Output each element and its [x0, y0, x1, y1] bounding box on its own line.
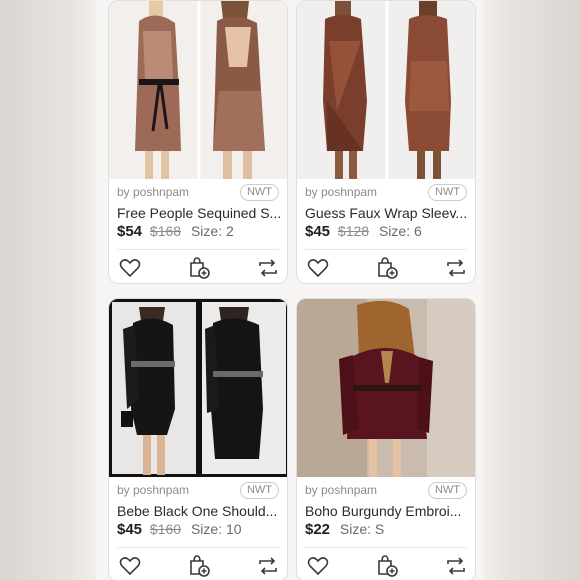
card-actions [109, 553, 287, 579]
listing-card[interactable]: by poshnpam NWT Boho Burgundy Embroi... … [296, 298, 476, 580]
seller-name[interactable]: by poshnpam [117, 185, 189, 199]
share-repost-icon[interactable] [443, 255, 469, 281]
card-actions [109, 255, 287, 281]
listing-size: Size: 6 [378, 223, 422, 239]
listing-photo[interactable] [109, 299, 287, 477]
listing-grid: by poshnpam NWT Free People Sequined S..… [96, 0, 484, 580]
listing-size: Size: 2 [190, 223, 234, 239]
seller-name[interactable]: by poshnpam [305, 185, 377, 199]
price-row: $45 $128 Size: 6 [305, 223, 422, 240]
share-repost-icon[interactable] [443, 553, 469, 579]
share-repost-icon[interactable] [255, 255, 281, 281]
listing-price: $22 [305, 521, 331, 538]
listing-size: Size: S [339, 521, 385, 537]
listing-photo[interactable] [297, 299, 475, 477]
listing-card[interactable]: by poshnpam NWT Free People Sequined S..… [108, 0, 288, 284]
price-row: $22 Size: S [305, 521, 384, 538]
original-price: $160 [149, 521, 182, 537]
listing-size: Size: 10 [190, 521, 242, 537]
listing-price: $45 [117, 521, 143, 538]
heart-icon[interactable] [117, 255, 143, 281]
original-price: $128 [337, 223, 370, 239]
nwt-badge: NWT [239, 184, 279, 201]
seller-name[interactable]: by poshnpam [117, 483, 189, 497]
listing-title[interactable]: Boho Burgundy Embroi... [305, 503, 471, 519]
heart-icon[interactable] [305, 255, 331, 281]
card-divider [117, 547, 279, 548]
shopping-bag-add-icon[interactable] [186, 255, 212, 281]
card-divider [305, 547, 467, 548]
heart-icon[interactable] [305, 553, 331, 579]
card-divider [117, 249, 279, 250]
listing-photo[interactable] [109, 1, 287, 179]
card-divider [305, 249, 467, 250]
shopping-bag-add-icon[interactable] [374, 255, 400, 281]
listing-price: $54 [117, 223, 143, 240]
listing-price: $45 [305, 223, 331, 240]
listing-title[interactable]: Guess Faux Wrap Sleev... [305, 205, 471, 221]
card-actions [297, 255, 475, 281]
seller-name[interactable]: by poshnpam [305, 483, 377, 497]
original-price: $168 [149, 223, 182, 239]
listing-card[interactable]: by poshnpam NWT Bebe Black One Should...… [108, 298, 288, 580]
listing-title[interactable]: Free People Sequined S... [117, 205, 283, 221]
card-actions [297, 553, 475, 579]
nwt-badge: NWT [427, 482, 467, 499]
nwt-badge: NWT [239, 482, 279, 499]
heart-icon[interactable] [117, 553, 143, 579]
listing-title[interactable]: Bebe Black One Should... [117, 503, 283, 519]
shopping-bag-add-icon[interactable] [186, 553, 212, 579]
price-row: $54 $168 Size: 2 [117, 223, 234, 240]
share-repost-icon[interactable] [255, 553, 281, 579]
listing-card[interactable]: by poshnpam NWT Guess Faux Wrap Sleev...… [296, 0, 476, 284]
nwt-badge: NWT [427, 184, 467, 201]
shopping-bag-add-icon[interactable] [374, 553, 400, 579]
price-row: $45 $160 Size: 10 [117, 521, 242, 538]
listing-photo[interactable] [297, 1, 475, 179]
